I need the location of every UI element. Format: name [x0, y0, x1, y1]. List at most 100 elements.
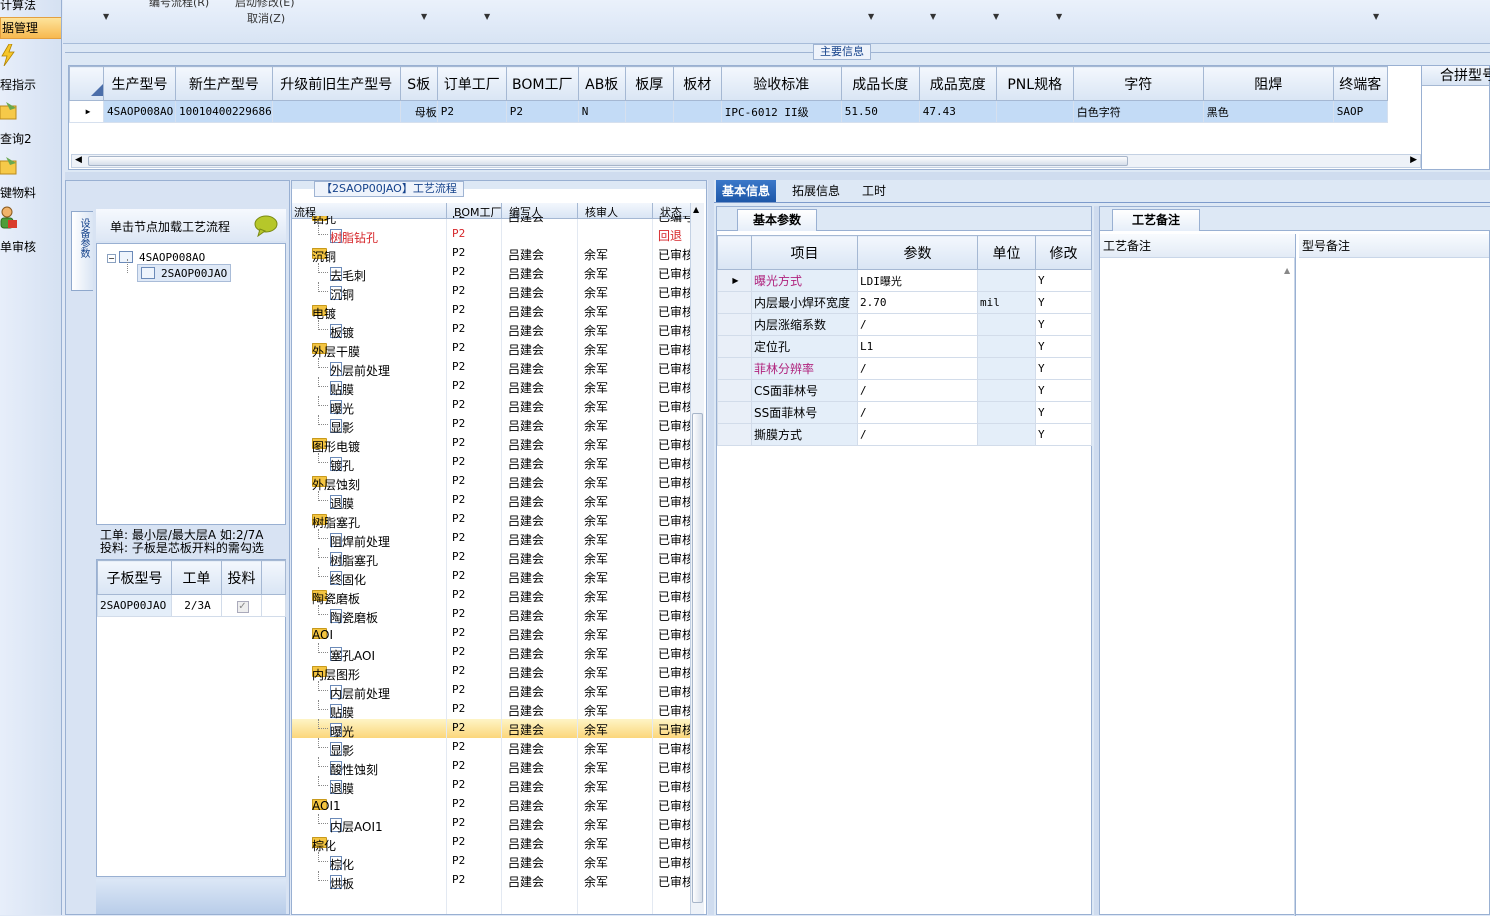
chevron-down-icon[interactable]: ▼ [484, 12, 490, 21]
col-header[interactable]: BOM工厂 [505, 66, 579, 101]
cell[interactable]: 黑色 [1202, 100, 1334, 123]
param-unit[interactable] [977, 401, 1036, 424]
param-unit[interactable] [977, 357, 1036, 380]
list-item[interactable]: −棕化P2吕建会余军已审核 [292, 833, 696, 853]
model-notes-area[interactable] [1299, 258, 1489, 916]
process-vertical-scrollbar[interactable]: ▲ [690, 203, 704, 914]
list-item[interactable]: 内层前处理 P2 吕建会 余军 已审核 [292, 681, 696, 701]
col-header[interactable]: 板厚 [624, 66, 674, 101]
nav-item-calc[interactable]: 计算法 [0, 0, 61, 14]
nav-item-data-management[interactable]: 据管理 [0, 17, 61, 39]
table-row[interactable]: CS面菲林号 / Y [717, 379, 1092, 402]
col-header[interactable]: 验收标准 [720, 66, 842, 101]
cell[interactable]: N [577, 100, 626, 123]
list-item[interactable]: 树脂钻孔 P2 回退 [292, 225, 696, 245]
list-item[interactable]: 外层前处理 P2 吕建会 余军 已审核 [292, 358, 696, 378]
scroll-up-icon[interactable]: ▲ [1284, 266, 1290, 275]
list-item[interactable]: 酸性蚀刻 P2 吕建会 余军 已审核 [292, 757, 696, 777]
col-header[interactable]: 新生产型号 [175, 66, 273, 101]
list-item[interactable]: −沉铜P2吕建会余军已审核 [292, 244, 696, 264]
list-item[interactable]: 退膜 P2 吕建会 余军 已审核 [292, 491, 696, 511]
table-row[interactable]: 内层最小焊环宽度 2.70 mil Y [717, 291, 1092, 314]
col-header[interactable]: PNL规格 [995, 66, 1074, 101]
list-item[interactable]: 板镀 P2 吕建会 余军 已审核 [292, 320, 696, 340]
list-item[interactable]: 塞孔AOI P2 吕建会 余军 已审核 [292, 643, 696, 663]
col-header[interactable]: 阻焊 [1202, 66, 1334, 101]
number-process-menu[interactable]: 编号流程(R) [149, 0, 209, 10]
scrollbar-thumb[interactable] [692, 413, 703, 903]
list-item[interactable]: 曝光 P2 吕建会 余军 已审核 [292, 719, 696, 739]
table-row[interactable]: 菲林分辨率 / Y [717, 357, 1092, 380]
scroll-up-icon[interactable]: ▲ [693, 205, 699, 214]
cell[interactable]: 母板 [399, 100, 438, 123]
table-row[interactable]: 2SAOP00JAO 2/3A ✓ [97, 594, 286, 617]
col-header[interactable]: S板 [399, 66, 438, 101]
chevron-down-icon[interactable]: ▼ [993, 12, 999, 21]
list-item[interactable]: 去毛刺 P2 吕建会 余军 已审核 [292, 263, 696, 283]
param-unit[interactable] [977, 313, 1036, 336]
col-header[interactable]: 终端客 [1332, 66, 1388, 101]
cell[interactable]: P2 [505, 100, 579, 123]
process-notes-area[interactable] [1100, 258, 1295, 916]
param-modify[interactable]: Y [1035, 313, 1092, 336]
param-unit[interactable] [977, 269, 1036, 292]
tab-work-hours[interactable]: 工时 [856, 180, 892, 202]
cancel-menu[interactable]: 取消(Z) [247, 10, 285, 26]
tree-node-child[interactable]: 2SAOP00JAO [137, 264, 232, 282]
list-item[interactable]: −外层干膜P2吕建会余军已审核 [292, 339, 696, 359]
feed-checkbox[interactable]: ✓ [236, 601, 249, 613]
table-row[interactable]: 撕膜方式 / Y [717, 423, 1092, 446]
scrollbar-thumb[interactable] [88, 156, 1128, 166]
param-modify[interactable]: Y [1035, 335, 1092, 358]
chevron-down-icon[interactable]: ▼ [103, 12, 109, 21]
nav-item-process-guide[interactable]: 程指示 [0, 76, 61, 93]
list-item[interactable]: 树脂塞孔 P2 吕建会 余军 已审核 [292, 548, 696, 568]
cell[interactable]: 白色字符 [1072, 100, 1204, 123]
param-unit[interactable] [977, 423, 1036, 446]
param-modify[interactable]: Y [1035, 269, 1092, 292]
cell[interactable] [995, 100, 1074, 123]
col-header[interactable]: 成品宽度 [918, 66, 997, 101]
list-item[interactable]: 烘板 P2 吕建会 余军 已审核 [292, 871, 696, 891]
cell[interactable]: IPC-6012 II级 [720, 100, 842, 123]
col-header[interactable]: 订单工厂 [436, 66, 507, 101]
cell[interactable]: 10010400229686 [175, 100, 273, 123]
list-item[interactable]: 陶瓷磨板 P2 吕建会 余军 已审核 [292, 605, 696, 625]
list-item[interactable]: −陶瓷磨板P2吕建会余军已审核 [292, 586, 696, 606]
param-value[interactable]: / [857, 357, 978, 380]
col-header[interactable]: 生产型号 [103, 66, 176, 101]
list-item[interactable]: 棕化 P2 吕建会 余军 已审核 [292, 852, 696, 872]
param-value[interactable]: L1 [857, 335, 978, 358]
list-item[interactable]: −钻孔P2吕建会已编号 [292, 216, 696, 226]
list-item[interactable]: −电镀P2吕建会余军已审核 [292, 301, 696, 321]
table-row[interactable]: SS面菲林号 / Y [717, 401, 1092, 424]
param-value[interactable]: / [857, 423, 978, 446]
list-item[interactable]: −内层图形P2吕建会余军已审核 [292, 662, 696, 682]
param-unit[interactable] [977, 335, 1036, 358]
list-item[interactable]: 沉铜 P2 吕建会 余军 已审核 [292, 282, 696, 302]
nav-item-order-review[interactable]: 单审核 [0, 238, 61, 255]
list-item[interactable]: −AOI1P2吕建会余军已审核 [292, 795, 696, 814]
col-header[interactable]: 字符 [1072, 66, 1204, 101]
list-item[interactable]: 退膜 P2 吕建会 余军 已审核 [292, 776, 696, 796]
cell[interactable]: SAOP [1332, 100, 1388, 123]
param-modify[interactable]: Y [1035, 423, 1092, 446]
param-value[interactable]: / [857, 401, 978, 424]
cell[interactable] [624, 100, 674, 123]
col-header[interactable]: AB板 [577, 66, 626, 101]
chevron-down-icon[interactable]: ▼ [930, 12, 936, 21]
param-unit[interactable] [977, 379, 1036, 402]
nav-item-key-material[interactable]: 键物料 [0, 184, 61, 201]
chevron-down-icon[interactable]: ▼ [1373, 12, 1379, 21]
param-modify[interactable]: Y [1035, 379, 1092, 402]
chevron-down-icon[interactable]: ▼ [1056, 12, 1062, 21]
list-item[interactable]: 内层AOI1 P2 吕建会 余军 已审核 [292, 814, 696, 834]
param-value[interactable]: 2.70 [857, 291, 978, 314]
list-item[interactable]: 显影 P2 吕建会 余军 已审核 [292, 738, 696, 758]
param-value[interactable]: / [857, 313, 978, 336]
list-item[interactable]: 镀孔 P2 吕建会 余军 已审核 [292, 453, 696, 473]
table-row[interactable]: 内层涨缩系数 / Y [717, 313, 1092, 336]
start-modify-menu[interactable]: 启动修改(E) [235, 0, 295, 10]
param-value[interactable]: LDI曝光 [857, 269, 978, 292]
list-item[interactable]: −图形电镀P2吕建会余军已审核 [292, 434, 696, 454]
